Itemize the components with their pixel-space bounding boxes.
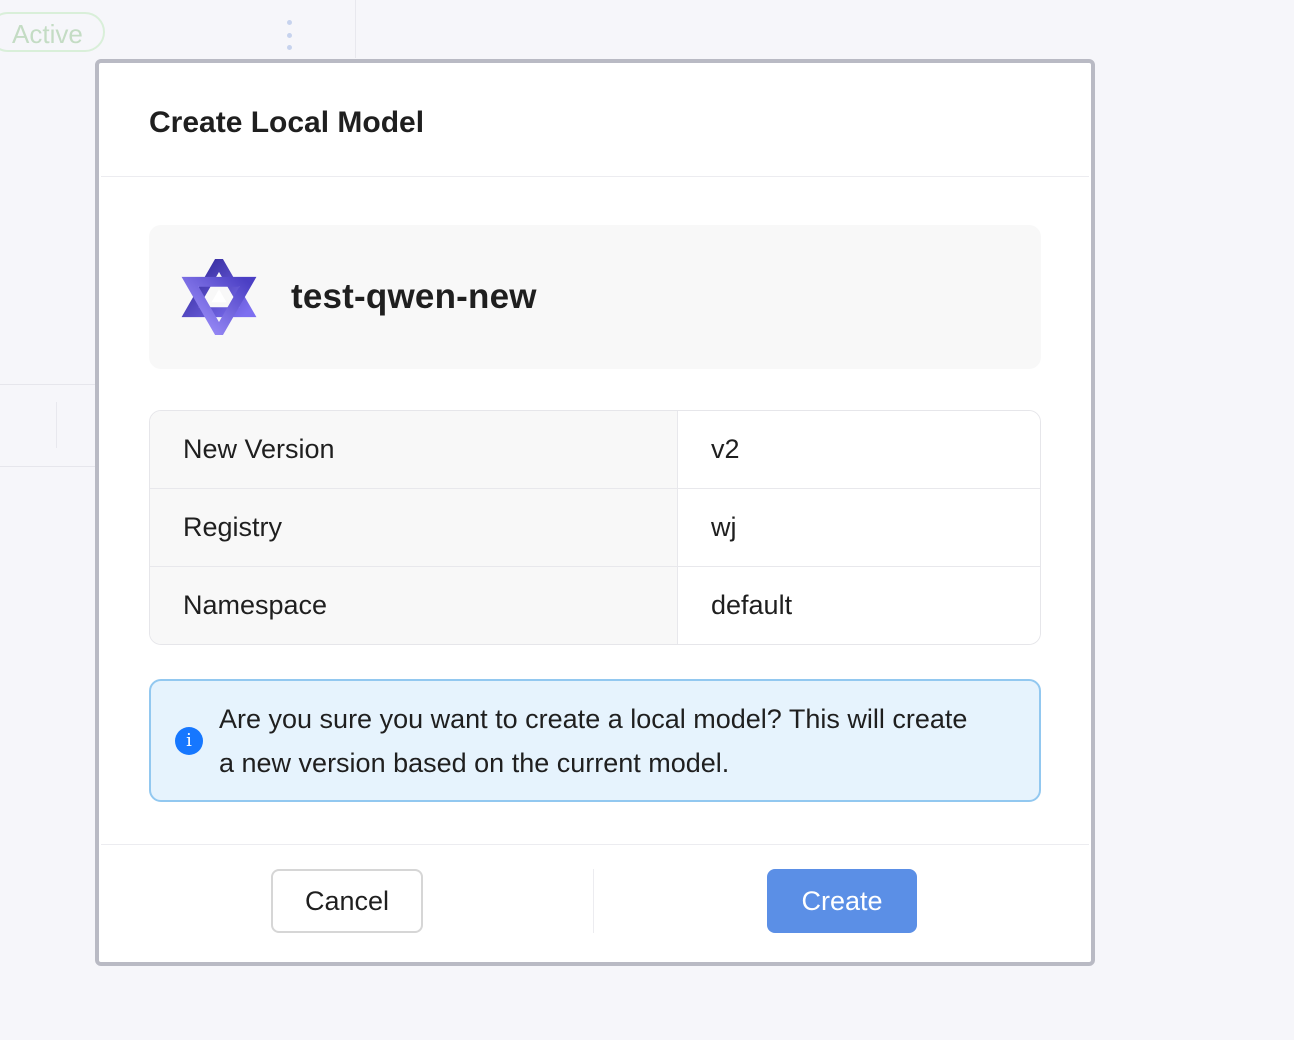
details-label-registry: Registry (150, 489, 678, 566)
cancel-button[interactable]: Cancel (271, 869, 423, 933)
background-row-border (0, 466, 98, 467)
details-table: New Version v2 Registry wj Namespace def… (149, 410, 1041, 645)
details-row: Registry wj (150, 488, 1040, 566)
details-row: New Version v2 (150, 411, 1040, 488)
status-badge: Active (0, 12, 105, 52)
footer-divider (593, 869, 594, 933)
info-alert: i Are you sure you want to create a loca… (149, 679, 1041, 802)
dialog-header: Create Local Model (101, 65, 1089, 177)
details-value-new-version: v2 (678, 411, 1040, 488)
background-divider (56, 402, 57, 448)
qwen-logo-icon (181, 259, 257, 335)
dialog-title: Create Local Model (149, 105, 425, 139)
model-card: test-qwen-new (149, 225, 1041, 369)
background-row-border (0, 384, 98, 385)
create-local-model-dialog: Create Local Model test-qwen-new New Ver… (95, 59, 1095, 966)
dialog-content: Create Local Model test-qwen-new New Ver… (101, 65, 1089, 960)
alert-message: Are you sure you want to create a local … (219, 703, 968, 778)
details-label-namespace: Namespace (150, 567, 678, 644)
details-label-new-version: New Version (150, 411, 678, 488)
model-name: test-qwen-new (291, 277, 537, 316)
details-value-registry: wj (678, 489, 1040, 566)
more-vertical-icon[interactable] (284, 20, 294, 50)
details-row: Namespace default (150, 566, 1040, 644)
info-icon: i (175, 726, 203, 755)
dialog-body: test-qwen-new New Version v2 Registry wj… (149, 225, 1041, 802)
background-divider (355, 0, 356, 58)
create-button[interactable]: Create (767, 869, 917, 933)
dialog-footer: Cancel Create (101, 844, 1089, 960)
details-value-namespace: default (678, 567, 1040, 644)
